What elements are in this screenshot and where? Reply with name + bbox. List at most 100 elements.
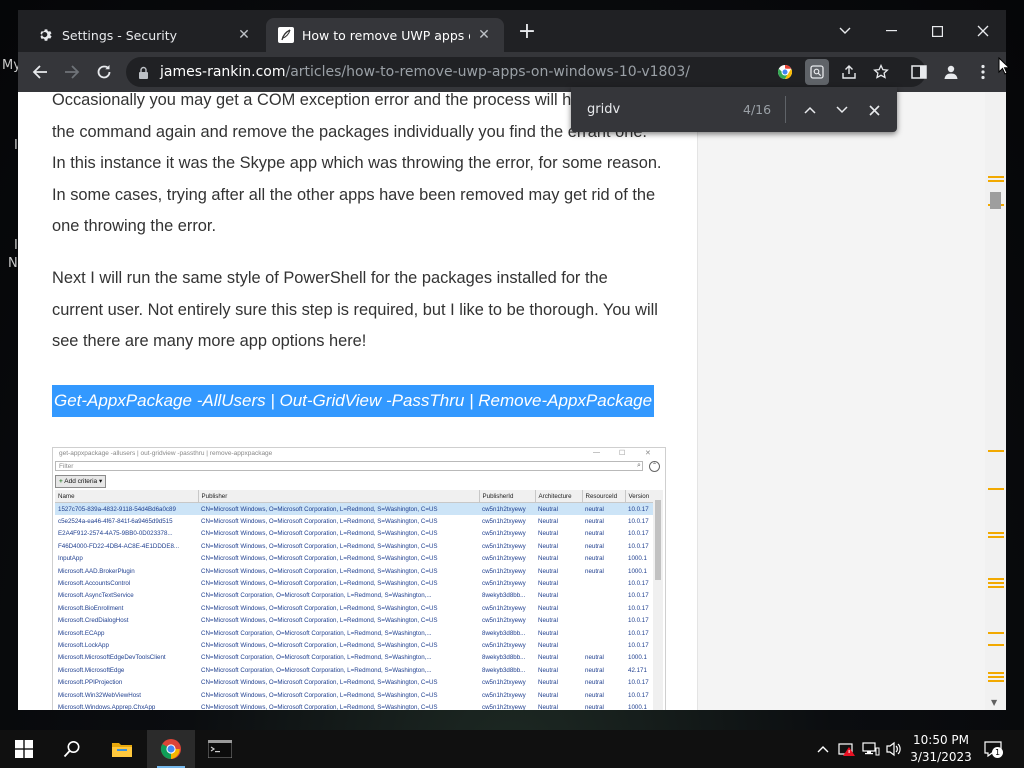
screenshot-filter-box: Filter: [55, 461, 643, 471]
grid-header-row: Name Publisher PublisherId Architecture …: [55, 490, 654, 503]
grid-cell: InputApp: [58, 555, 83, 563]
grid-cell: Microsoft.AsyncTextService: [58, 592, 134, 600]
file-explorer-icon[interactable]: [98, 730, 146, 768]
grid-cell: 10.0.17: [625, 502, 653, 516]
find-match-marker: [988, 644, 1004, 646]
grid-cell: 10.0.17: [628, 617, 649, 625]
grid-cell: CN=Microsoft Windows, O=Microsoft Corpor…: [201, 617, 438, 625]
grid-cell: neutral: [585, 542, 604, 550]
column-header: PublisherId: [479, 490, 536, 503]
grid-cell: 8wekyb3d8bb...: [482, 592, 526, 600]
page-scrollbar[interactable]: ▼: [985, 92, 1006, 710]
find-match-count: 4/16: [743, 102, 772, 117]
grid-cell: neutral: [585, 691, 604, 699]
grid-cell: Microsoft.Windows.Apprep.ChxApp: [58, 703, 156, 710]
forward-button[interactable]: [59, 59, 85, 85]
menu-kebab-icon[interactable]: [971, 59, 995, 85]
find-input[interactable]: gridv: [587, 87, 620, 132]
terminal-icon[interactable]: [196, 730, 244, 768]
grid-cell: Microsoft.ECApp: [58, 629, 105, 637]
tab-title: How to remove UWP apps on Wi: [302, 27, 470, 43]
lens-search-icon[interactable]: [805, 59, 829, 85]
highlighted-code-snippet[interactable]: Get-AppxPackage -AllUsers | Out-GridView…: [52, 385, 655, 417]
lock-icon[interactable]: [138, 65, 149, 84]
find-match-marker: [988, 582, 1004, 584]
side-panel-icon[interactable]: [907, 59, 931, 85]
grid-cell: neutral: [585, 703, 604, 710]
grid-cell: Neutral: [538, 542, 558, 550]
scroll-down-arrow-icon[interactable]: ▼: [991, 698, 997, 707]
bookmark-star-icon[interactable]: [869, 59, 893, 85]
grid-cell: Neutral: [538, 617, 558, 625]
gear-icon: [38, 27, 54, 43]
tab-search-chevron-icon[interactable]: [831, 18, 859, 44]
maximize-button[interactable]: [923, 18, 951, 44]
screenshot-grid: Name Publisher PublisherId Architecture …: [55, 490, 654, 710]
grid-cell: CN=Microsoft Corporation, O=Microsoft Co…: [201, 629, 432, 637]
grid-cell: [582, 577, 625, 589]
grid-cell: CN=Microsoft Windows, O=Microsoft Corpor…: [201, 691, 438, 699]
find-previous-button[interactable]: [797, 97, 823, 123]
tab-uwp-article[interactable]: How to remove UWP apps on Wi ✕: [266, 18, 504, 52]
screenshot-scrollbar: [653, 490, 663, 710]
close-icon[interactable]: ✕: [476, 27, 492, 43]
grid-cell: F46D4000-FD22-4DB4-AC8E-4E1DDDE8...: [58, 542, 180, 550]
window-close-button[interactable]: [969, 18, 997, 44]
grid-cell: 10.0.17: [628, 604, 649, 612]
grid-cell: CN=Microsoft Windows, O=Microsoft Corpor…: [201, 567, 438, 575]
back-button[interactable]: [27, 59, 53, 85]
grid-row: E2A4F912-2574-4A75-9BB0-0D023378... CN=Mi…: [55, 528, 653, 540]
mouse-cursor-icon: [998, 56, 1011, 79]
grid-cell: Microsoft.LockApp: [58, 641, 109, 649]
collapse-chevron-icon: ⌃: [649, 461, 660, 472]
address-bar[interactable]: james-rankin.com/articles/how-to-remove-…: [126, 57, 926, 87]
grid-cell: CN=Microsoft Corporation, O=Microsoft Co…: [201, 592, 432, 600]
find-close-button[interactable]: [861, 97, 887, 123]
close-icon: ✕: [645, 450, 651, 457]
chrome-icon[interactable]: [147, 730, 195, 768]
grid-cell: Neutral: [538, 530, 558, 538]
grid-row: 1527c705-839a-4832-9118-54d4Bd6a0c89 CN=M…: [55, 502, 653, 516]
article-paragraph: Next I will run the same style of PowerS…: [52, 269, 658, 350]
grid-cell: Neutral: [538, 691, 558, 699]
new-tab-button[interactable]: +: [516, 21, 538, 44]
profile-icon[interactable]: [939, 59, 963, 85]
notification-center-icon[interactable]: 1: [982, 739, 1004, 759]
url-text[interactable]: james-rankin.com/articles/how-to-remove-…: [160, 57, 690, 87]
tray-overflow-chevron-icon[interactable]: [815, 739, 831, 759]
scrollbar-thumb[interactable]: [990, 192, 1001, 209]
grid-row: Microsoft.AsyncTextService CN=Microsoft C…: [55, 590, 653, 602]
find-next-button[interactable]: [829, 97, 855, 123]
grid-cell: neutral: [585, 654, 604, 662]
minimize-button[interactable]: [877, 18, 905, 44]
grid-cell: neutral: [585, 679, 604, 687]
grid-cell: cw5n1h2txyewy: [482, 703, 526, 710]
tab-settings-security[interactable]: Settings - Security ✕: [26, 18, 264, 52]
security-warning-icon[interactable]: [837, 739, 857, 759]
find-match-marker: [988, 180, 1004, 182]
start-button[interactable]: [0, 730, 48, 768]
system-clock[interactable]: 10:50 PM 3/31/2023: [908, 732, 974, 766]
close-icon[interactable]: ✕: [236, 27, 252, 43]
share-icon[interactable]: [837, 59, 861, 85]
grid-cell: neutral: [582, 502, 625, 516]
grid-cell: 1000.1: [628, 703, 647, 710]
grid-cell: CN=Microsoft Windows, O=Microsoft Corpor…: [198, 502, 479, 516]
grid-cell: CN=Microsoft Windows, O=Microsoft Corpor…: [201, 641, 438, 649]
grid-cell: cw5n1h2txyewy: [482, 679, 526, 687]
grid-cell: cw5n1h2txyewy: [482, 542, 526, 550]
search-icon: ⌕: [637, 462, 641, 469]
grid-cell: Neutral: [538, 604, 558, 612]
grid-cell: Neutral: [538, 641, 558, 649]
grid-cell: 1000.1: [628, 567, 647, 575]
volume-icon[interactable]: [884, 739, 904, 759]
maximize-icon: ☐: [619, 450, 626, 457]
search-icon[interactable]: [48, 730, 96, 768]
column-header: Publisher: [198, 490, 480, 503]
network-icon[interactable]: [861, 739, 881, 759]
reload-button[interactable]: [91, 59, 117, 85]
grid-cell: Neutral: [538, 654, 558, 662]
desktop-icon-label[interactable]: N: [8, 256, 18, 271]
clock-date: 3/31/2023: [910, 750, 972, 764]
google-icon[interactable]: [773, 59, 797, 85]
